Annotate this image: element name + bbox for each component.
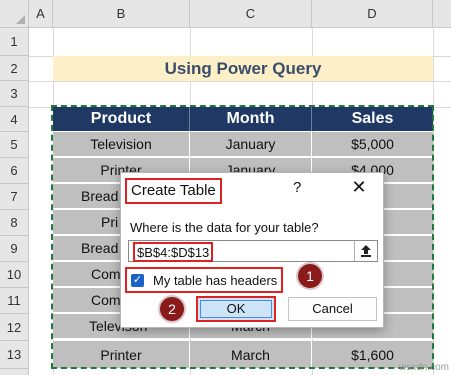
headers-checkbox-row[interactable]: ✓ My table has headers [125,267,284,293]
gridline [29,81,451,82]
table-cell[interactable]: January [190,132,312,157]
upload-arrow-icon [361,245,371,257]
collapse-dialog-button[interactable] [354,241,377,261]
range-input[interactable]: $B$4:$D$13 [128,240,378,262]
row-header-3[interactable]: 3 [0,81,29,107]
row-header-1[interactable]: 1 [0,28,29,56]
table-cell[interactable]: Printer [53,341,190,369]
row-header-blank [0,369,29,375]
row-header-10[interactable]: 10 [0,262,29,288]
row-header-4[interactable]: 4 [0,107,29,132]
range-prompt-label: Where is the data for your table? [130,220,319,235]
table-header-product[interactable]: Product [53,107,190,131]
row-header-2[interactable]: 2 [0,56,29,81]
column-header-a[interactable]: A [29,0,53,28]
column-header-d[interactable]: D [312,0,433,28]
row-header-5[interactable]: 5 [0,132,29,158]
table-cell[interactable]: $5,000 [312,132,433,157]
column-header-blank [433,0,451,28]
step-badge-2: 2 [158,295,186,323]
row-header-11[interactable]: 11 [0,288,29,314]
table-header-month[interactable]: Month [190,107,312,131]
row-header-12[interactable]: 12 [0,314,29,341]
column-header-c[interactable]: C [190,0,312,28]
row-header-8[interactable]: 8 [0,210,29,236]
row-header-13[interactable]: 13 [0,341,29,369]
ok-button[interactable]: OK [196,296,276,322]
row-header-9[interactable]: 9 [0,236,29,262]
dialog-title: Create Table [125,178,222,204]
close-icon[interactable]: ✕ [347,175,371,199]
column-header-b[interactable]: B [53,0,190,28]
cancel-button[interactable]: Cancel [288,297,377,321]
range-input-value: $B$4:$D$13 [133,242,214,262]
table-cell[interactable]: Television [53,132,190,157]
watermark: wsxdn.com [398,362,449,373]
table-header-sales[interactable]: Sales [312,107,433,131]
headers-checkbox-label: My table has headers [153,272,278,288]
step-badge-1: 1 [296,262,324,290]
row-header-6[interactable]: 6 [0,158,29,184]
sheet-title[interactable]: Using Power Query [53,56,433,81]
table-cell[interactable]: March [190,341,312,369]
headers-checkbox[interactable]: ✓ [131,273,144,287]
select-all-corner[interactable] [0,0,29,28]
ok-button-label: OK [226,301,246,316]
row-header-7[interactable]: 7 [0,184,29,210]
help-icon[interactable]: ? [293,179,301,196]
